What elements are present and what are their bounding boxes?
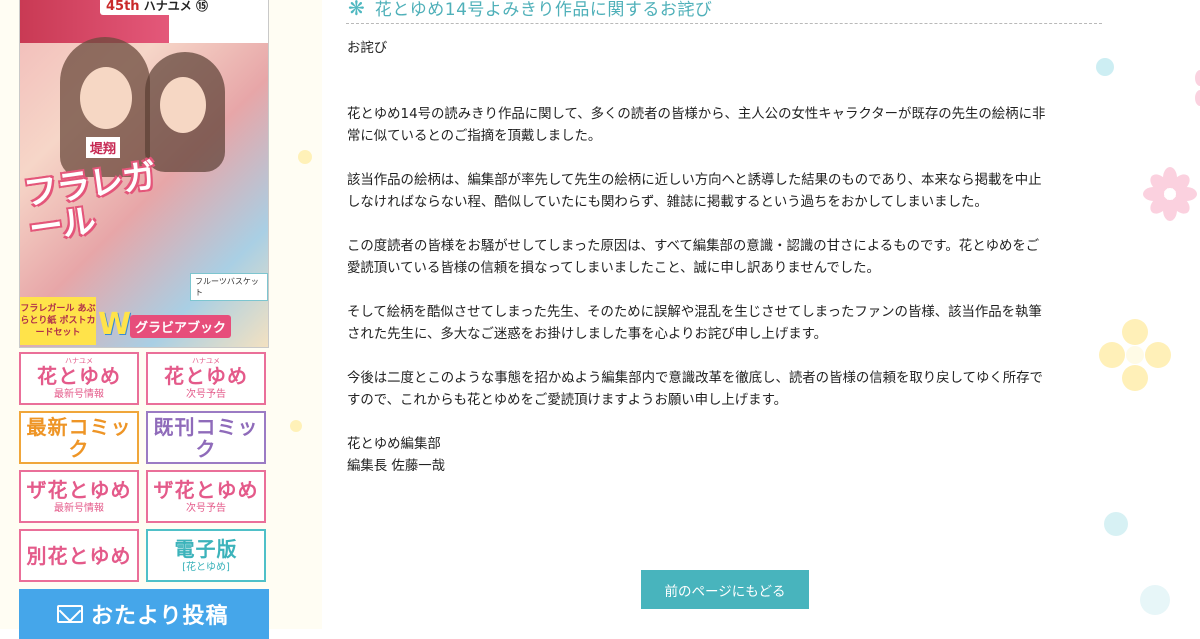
paragraph-line: そして絵柄を酷似させてしまった先生、そのために誤解や混乱を生じさせてしまったファ… — [347, 305, 1042, 320]
article-paragraph: 今後は二度とこのような事態を招かぬよう編集部内で意識改革を徹底し、読者の皆様の信… — [347, 368, 1107, 412]
post-letter-button[interactable]: おたより投稿 — [19, 589, 269, 639]
nav-hanayume-next[interactable]: ハナユメ 花とゆめ 次号予告 — [146, 352, 266, 405]
envelope-icon — [57, 605, 83, 623]
cover-headline: フラレガール — [21, 156, 158, 250]
back-to-previous-page-button[interactable]: 前のページにもどる — [641, 570, 809, 609]
cover-w-mark: W — [98, 307, 132, 342]
paragraph-line: 花とゆめ14号の読みきり作品に関して、多くの読者の皆様から、主人公の女性キャラク… — [347, 107, 1046, 122]
signature-department: 花とゆめ編集部 — [347, 437, 441, 452]
paragraph-line: 今後は二度とこのような事態を招かぬよう編集部内で意識改革を徹底し、読者の皆様の信… — [347, 371, 1043, 386]
magazine-cover[interactable]: 45th ハナユメ ⑮ 堤翔 フラレガール フルーツバスケット フラレガール あ… — [19, 0, 269, 348]
cover-fruits-basket-label: フルーツバスケット — [190, 273, 268, 301]
article-paragraph: そして絵柄を酷似させてしまった先生、そのために誤解や混乱を生じさせてしまったファ… — [347, 302, 1107, 346]
cover-face-left — [80, 67, 132, 129]
article-paragraph: 花とゆめ14号の読みきり作品に関して、多くの読者の皆様から、主人公の女性キャラク… — [347, 104, 1107, 148]
article-signature: 花とゆめ編集部 編集長 佐藤一哉 — [347, 434, 1107, 478]
page-title: 花とゆめ14号よみきり作品に関するお詫び — [374, 0, 713, 20]
nav-sub-label: 最新号情報 — [54, 502, 104, 514]
nav-sub-label: 最新号情報 — [54, 388, 104, 400]
nav-logo-text: ザ花とゆめ — [153, 477, 259, 502]
paragraph-line: 愛読頂いている皆様の信頼を損なってしまいましたこと、誠に申し訳ありませんでした。 — [347, 261, 880, 276]
paragraph-line: すので、これからも花とゆめをご愛読頂けますようお願い申し上げます。 — [347, 393, 788, 408]
article-heading: お詫び — [347, 41, 388, 56]
cover-bonus-badge: フラレガール あぶらとり紙 ポストカードセット — [20, 297, 96, 345]
nav-the-hanayume-next[interactable]: ザ花とゆめ 次号予告 — [146, 470, 266, 523]
apology-article: お詫び 花とゆめ14号の読みきり作品に関して、多くの読者の皆様から、主人公の女性… — [347, 38, 1107, 478]
nav-logo-text: ザ花とゆめ — [26, 477, 132, 502]
nav-logo-text: 最新コミック — [26, 414, 132, 461]
page-title-row: ❋ 花とゆめ14号よみきり作品に関するお詫び — [346, 0, 1102, 24]
cover-anniversary: 45th — [106, 0, 140, 14]
pink-flower-decoration — [1142, 166, 1198, 222]
cover-gravure-label: グラビアブック — [130, 315, 232, 338]
nav-published-comics[interactable]: 既刊コミック — [146, 411, 266, 464]
nav-logo-text: 別花とゆめ — [26, 543, 132, 568]
nav-betsu-hanayume[interactable]: 別花とゆめ — [19, 529, 139, 582]
signature-editor: 編集長 佐藤一哉 — [347, 459, 445, 474]
cover-issue-number: ⑮ — [195, 0, 208, 13]
nav-logo-text: 花とゆめ — [164, 363, 248, 388]
paragraph-line: された先生に、多大なご迷惑をお掛けしました事を心よりお詫び申し上げます。 — [347, 327, 828, 342]
nav-sub-label: 次号予告 — [186, 388, 226, 400]
cover-face-right — [160, 77, 206, 133]
nav-logo-text: 電子版 — [174, 536, 238, 561]
article-paragraph: この度読者の皆様をお騒がせしてしまった原因は、すべて編集部の意識・認識の甘さによ… — [347, 236, 1107, 280]
paragraph-line: しなければならない程、酷似していたにも関わらず、雑誌に掲載するという過ちをおかし… — [347, 195, 988, 210]
post-letter-label: おたより投稿 — [91, 604, 229, 629]
decor-dot — [1140, 585, 1170, 615]
decor-dot — [1104, 512, 1128, 536]
nav-sub-label: [花とゆめ] — [182, 561, 230, 573]
nav-the-hanayume-latest[interactable]: ザ花とゆめ 最新号情報 — [19, 470, 139, 523]
decor-dot — [298, 150, 312, 164]
article-paragraph: 該当作品の絵柄は、編集部が率先して先生の絵柄に近しい方向へと誘導した結果のもので… — [347, 170, 1107, 214]
paragraph-line: 常に似ているとのご指摘を頂戴しました。 — [347, 129, 602, 144]
nav-hanayume-latest[interactable]: ハナユメ 花とゆめ 最新号情報 — [19, 352, 139, 405]
cover-issue-label: 45th ハナユメ ⑮ — [100, 0, 214, 15]
nav-latest-comics[interactable]: 最新コミック — [19, 411, 139, 464]
snowflake-icon: ❋ — [348, 0, 365, 20]
nav-logo-text: 既刊コミック — [153, 414, 259, 461]
decor-dot — [290, 420, 302, 432]
cover-author: 堤翔 — [86, 137, 121, 158]
nav-logo-text: 花とゆめ — [37, 363, 121, 388]
nav-digital-edition[interactable]: 電子版 [花とゆめ] — [146, 529, 266, 582]
paragraph-line: 該当作品の絵柄は、編集部が率先して先生の絵柄に近しい方向へと誘導した結果のもので… — [347, 173, 1042, 188]
cover-magazine-name: ハナユメ — [143, 0, 192, 13]
paragraph-line: この度読者の皆様をお騒がせしてしまった原因は、すべて編集部の意識・認識の甘さによ… — [347, 239, 1040, 254]
pink-flower-decoration — [1182, 70, 1200, 106]
yellow-flower-decoration — [1098, 318, 1172, 392]
nav-sub-label: 次号予告 — [186, 502, 226, 514]
